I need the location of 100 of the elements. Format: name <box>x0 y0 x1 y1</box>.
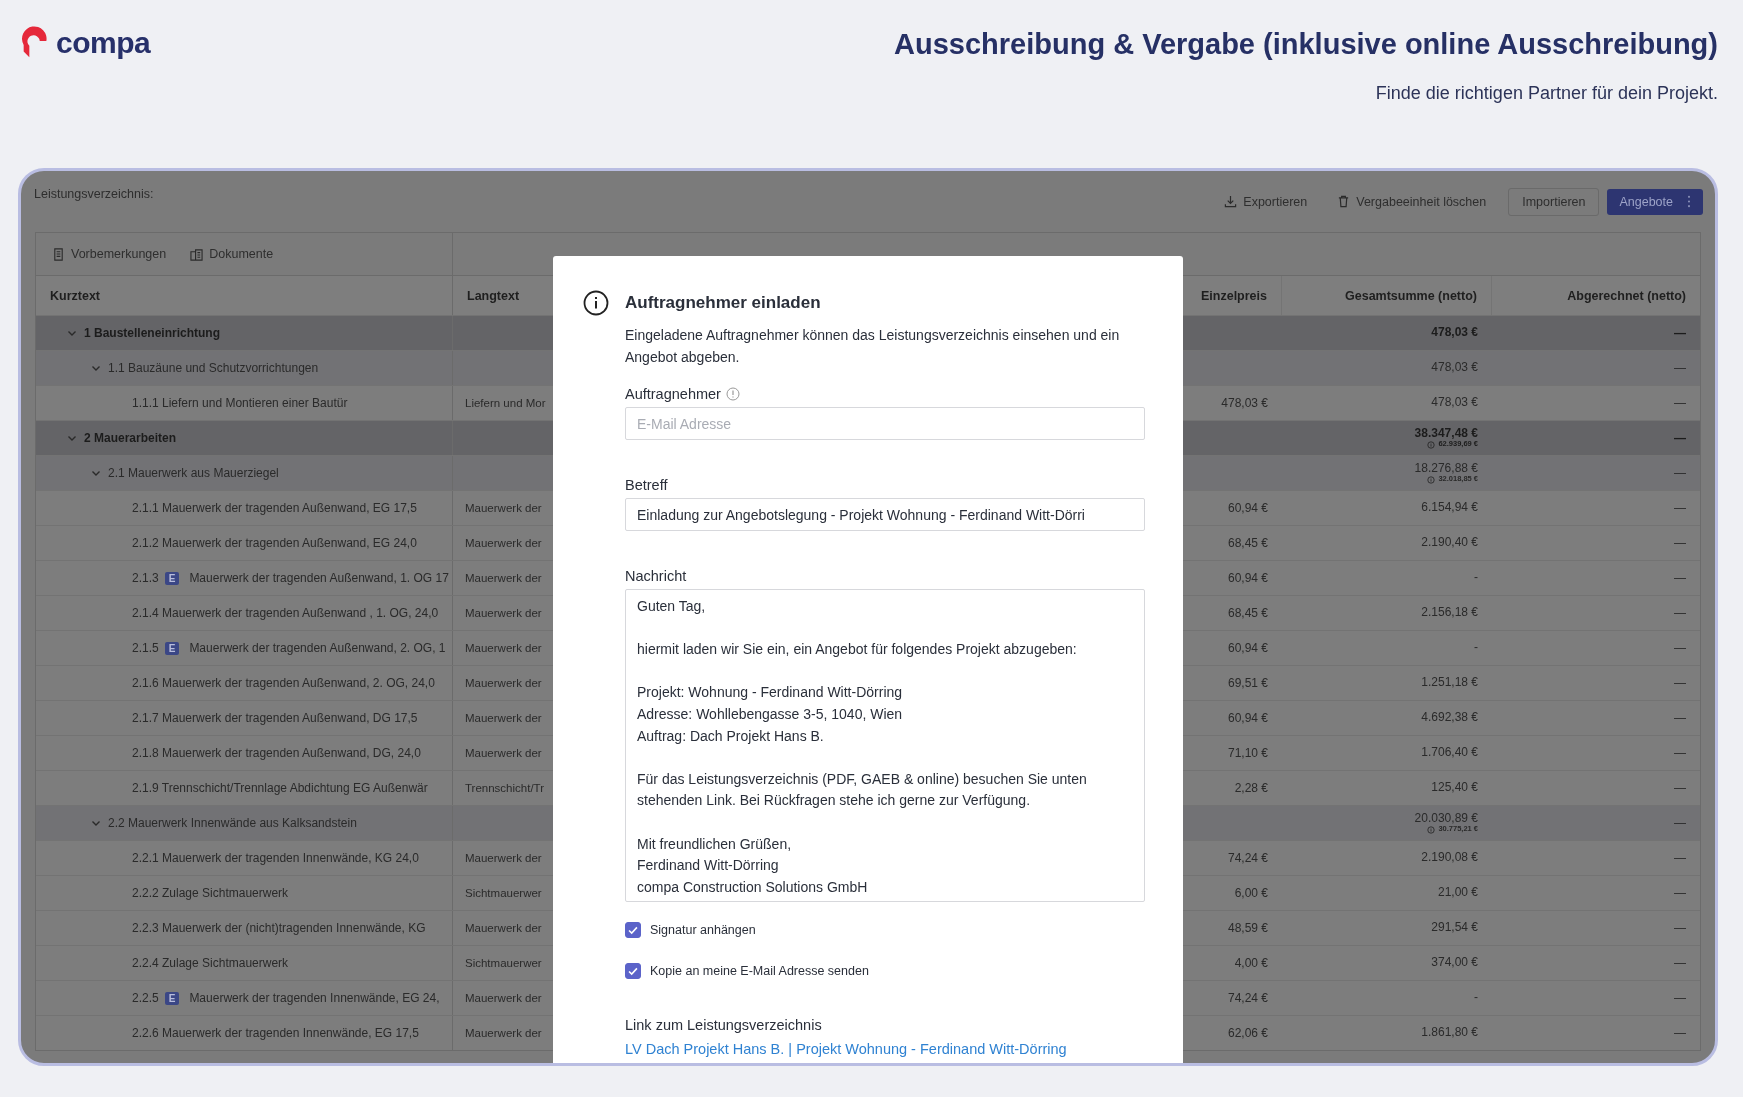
notes-tab[interactable]: Vorbemerkungen <box>46 246 173 262</box>
unit-price: 60,94 € <box>1227 711 1268 725</box>
billed-amount: — <box>1674 501 1686 515</box>
position-title: 2.1.4 Mauerwerk der tragenden Außenwand , 1. OG, 24,0 <box>132 606 439 620</box>
position-title: 2.1.2 Mauerwerk der tragenden Außenwand, EG 24,0 <box>132 536 417 550</box>
langtext-cell: Trennschicht/Tr <box>465 782 545 794</box>
position-title: 1 Baustelleneinrichtung <box>84 326 221 340</box>
langtext-cell: Mauerwerk der <box>465 607 542 619</box>
langtext-cell: Sichtmauerwer <box>465 957 542 969</box>
info-icon <box>1427 475 1436 484</box>
total-amount: 1.861,80 € <box>1421 1026 1478 1040</box>
unit-price: 71,10 € <box>1227 746 1268 760</box>
total-amount: 21,00 € <box>1437 886 1478 900</box>
langtext-cell: Mauerwerk der <box>465 992 542 1004</box>
unit-price: 68,45 € <box>1227 606 1268 620</box>
position-title: 2.1.6 Mauerwerk der tragenden Außenwand, 2. OG, 24,0 <box>132 676 435 690</box>
unit-price: 60,94 € <box>1227 501 1268 515</box>
delete-button[interactable]: Vergabeeinheit löschen <box>1329 190 1495 213</box>
files-icon <box>190 247 204 261</box>
total-amount: - <box>1474 571 1478 585</box>
info-icon <box>1427 440 1436 449</box>
billed-amount: — <box>1674 466 1686 480</box>
total-amount: 18.276,88 € <box>1414 462 1478 476</box>
position-title: 2.2 Mauerwerk Innenwände aus Kalksandstein <box>108 816 357 830</box>
billed-amount: — <box>1674 536 1686 550</box>
unit-price: 48,59 € <box>1227 921 1268 935</box>
column-header: Einzelpreis <box>1201 288 1267 303</box>
billed-amount: — <box>1674 991 1686 1005</box>
checkbox[interactable] <box>625 963 641 979</box>
position-title: Mauerwerk der tragenden Außenwand, 1. OG 17 <box>189 571 449 585</box>
info-icon <box>725 387 740 401</box>
field-label: Auftragnehmer <box>625 386 721 402</box>
billed-amount: — <box>1674 396 1686 410</box>
billed-amount: — <box>1674 431 1686 445</box>
unit-price: 6,00 € <box>1234 886 1268 900</box>
billed-amount: — <box>1674 326 1686 340</box>
billed-amount: — <box>1674 711 1686 725</box>
position-title: 2.1.9 Trennschicht/Trennlage Abdichtung EG Außenwär <box>132 781 428 795</box>
checkbox[interactable] <box>625 922 641 938</box>
position-title: 2.2.2 Zulage Sichtmauerwerk <box>132 886 289 900</box>
total-amount: 1.706,40 € <box>1421 746 1478 760</box>
page-title: Ausschreibung & Vergabe (inklusive online Ausschreibung) <box>894 28 1718 61</box>
total-amount: 478,03 € <box>1431 396 1478 410</box>
dialog-description: Eingeladene Auftragnehmer können das Leistungsverzeichnis einsehen und ein Angebot abgeben. <box>625 326 1121 367</box>
position-title: 1.1.1 Liefern und Montieren einer Bautür <box>132 396 348 410</box>
subject-field[interactable]: Einladung zur Angebotslegung - Projekt Wohnung - Ferdinand Witt-Dörri <box>625 498 1145 531</box>
position-title: 2 Mauerarbeiten <box>84 431 177 445</box>
billed-amount: — <box>1674 606 1686 620</box>
link-label: Link zum Leistungsverzeichnis <box>625 1017 822 1033</box>
langtext-cell: Mauerwerk der <box>465 537 542 549</box>
column-header: Gesamtsumme (netto) <box>1345 288 1477 303</box>
info-icon <box>1427 825 1436 834</box>
email-field[interactable]: E-Mail Adresse <box>625 407 1145 440</box>
total-amount: 291,54 € <box>1431 921 1478 935</box>
position-title: 2.2.1 Mauerwerk der tragenden Innenwände, KG 24,0 <box>132 851 419 865</box>
total-amount: 478,03 € <box>1431 361 1478 375</box>
langtext-cell: Mauerwerk der <box>465 677 542 689</box>
info-icon <box>583 290 609 316</box>
total-amount: 125,40 € <box>1431 781 1478 795</box>
unit-price: 4,00 € <box>1234 956 1268 970</box>
section-label: Leistungsverzeichnis: <box>34 186 154 201</box>
message-field[interactable]: Guten Tag, hiermit laden wir Sie ein, ein Angebot für folgendes Projekt abzugeben: Projekt: Wohnung - Ferdinand Witt-Dörring Adresse: Wohllebengasse 3-5, 1040, Wien Auftrag: Dach Projekt Hans B. Für das Leistungsverzeichnis (PDF, GAEB & online) besuchen Sie unten stehenden Link. Bei Rückfragen stehe ich gerne zur Verfügung. Mit freundlichen Grüßen, Ferdinand Witt-Dörring compa Construction Solutions GmbH <box>625 589 1145 902</box>
position-title: 2.1.8 Mauerwerk der tragenden Außenwand, DG, 24,0 <box>132 746 421 760</box>
offers-button[interactable]: Angebote <box>1607 188 1703 215</box>
field-label: Nachricht <box>625 568 687 584</box>
documents-tab[interactable]: Dokumente <box>184 246 280 262</box>
langtext-cell: Mauerwerk der <box>465 502 542 514</box>
document-link[interactable]: LV Dach Projekt Hans B. | Projekt Wohnung - Ferdinand Witt-Dörring <box>625 1041 1067 1057</box>
export-button[interactable]: Exportieren <box>1216 190 1316 213</box>
position-title: Mauerwerk der tragenden Außenwand, 2. OG, 1 <box>189 641 446 655</box>
billed-amount: — <box>1674 781 1686 795</box>
total-amount: 374,00 € <box>1431 956 1478 970</box>
unit-price: 62,06 € <box>1227 1026 1268 1040</box>
total-amount: 2.190,40 € <box>1421 536 1478 550</box>
column-header: Abgerechnet (netto) <box>1567 288 1686 303</box>
total-amount: 6.154,94 € <box>1421 501 1478 515</box>
total-amount: 20.030,89 € <box>1414 812 1478 826</box>
langtext-cell: Mauerwerk der <box>465 922 542 934</box>
position-title: 2.2.3 Mauerwerk der (nicht)tragenden Innenwände, KG <box>132 921 426 935</box>
logo-text: compa <box>56 26 151 60</box>
billed-amount: — <box>1674 851 1686 865</box>
total-amount: - <box>1474 991 1478 1005</box>
import-button[interactable]: Importieren <box>1508 187 1600 216</box>
position-title: 2.1.7 Mauerwerk der tragenden Außenwand, DG 17,5 <box>132 711 418 725</box>
total-amount: 4.692,38 € <box>1421 711 1478 725</box>
position-number: 2.1.5 <box>132 641 159 655</box>
checkbox-label: Kopie an meine E-Mail Adresse senden <box>650 964 869 978</box>
position-badge: E <box>164 571 180 585</box>
trash-icon <box>1337 195 1351 208</box>
billed-amount: — <box>1674 1026 1686 1040</box>
langtext-cell: Mauerwerk der <box>465 572 542 584</box>
langtext-cell: Mauerwerk der <box>465 712 542 724</box>
position-title: 2.2.6 Mauerwerk der tragenden Innenwände, EG 17,5 <box>132 1026 419 1040</box>
column-header: Langtext <box>467 288 520 303</box>
unit-price: 478,03 € <box>1221 396 1268 410</box>
total-amount: 1.251,18 € <box>1421 676 1478 690</box>
billed-amount: — <box>1674 361 1686 375</box>
total-amount: 2.190,08 € <box>1421 851 1478 865</box>
langtext-cell: Mauerwerk der <box>465 747 542 759</box>
unit-price: 60,94 € <box>1227 641 1268 655</box>
